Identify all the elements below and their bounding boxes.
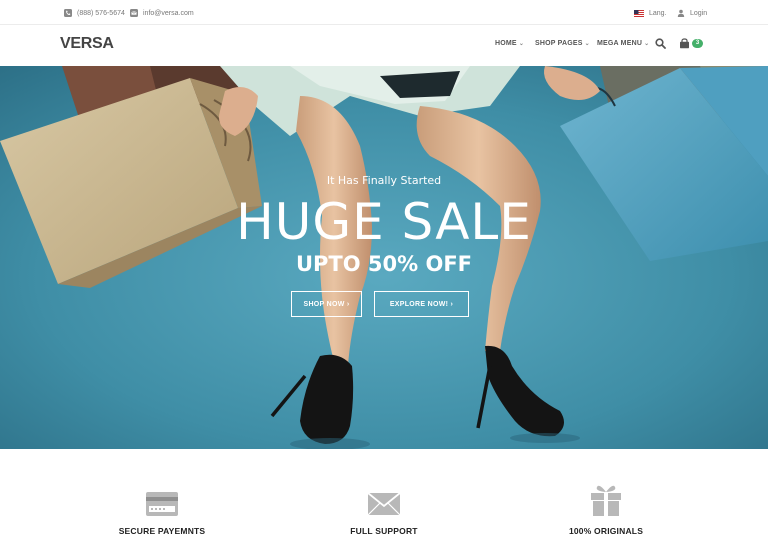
- feature-label: SECURE PAYEMNTS: [118, 526, 206, 536]
- feature-secure-payments: SECURE PAYEMNTS: [92, 491, 232, 536]
- email-address: info@versa.com: [143, 9, 194, 17]
- nav-item-mega-menu[interactable]: MEGA MENU ⌄: [597, 40, 649, 47]
- language-selector[interactable]: Lang.: [634, 7, 667, 19]
- main-navbar: VERSA HOME ⌄ SHOP PAGES ⌄ MEGA MENU ⌄ 3: [0, 25, 768, 66]
- nav-item-home-label: HOME: [495, 40, 517, 47]
- email-icon: [130, 9, 138, 17]
- shop-now-label: SHOP NOW: [303, 300, 345, 308]
- nav-item-mega-menu-label: MEGA MENU: [597, 40, 643, 47]
- nav-item-shop-pages[interactable]: SHOP PAGES ⌄: [535, 40, 590, 47]
- site-logo[interactable]: VERSA: [60, 35, 114, 53]
- hero-banner: It Has Finally Started HUGE SALE UPTO 50…: [0, 66, 768, 449]
- chevron-right-icon: ›: [346, 300, 350, 308]
- email-contact[interactable]: info@versa.com: [130, 7, 194, 19]
- envelope-icon: [367, 492, 401, 516]
- login-label: Login: [690, 9, 708, 17]
- feature-label: 100% ORIGINALS: [568, 526, 644, 536]
- shop-now-button[interactable]: SHOP NOW ›: [291, 291, 362, 317]
- explore-now-label: EXPLORE NOW!: [389, 300, 449, 308]
- chevron-right-icon: ›: [450, 300, 454, 308]
- user-icon: [677, 9, 685, 17]
- credit-card-icon: [146, 492, 178, 516]
- login-link[interactable]: Login: [677, 7, 707, 19]
- search-icon[interactable]: [655, 38, 666, 49]
- gift-icon: [591, 485, 621, 516]
- chevron-down-icon: ⌄: [644, 41, 650, 47]
- feature-label: FULL SUPPORT: [350, 526, 418, 536]
- feature-full-support: FULL SUPPORT: [314, 491, 454, 536]
- top-bar: (888) 576-5674 info@versa.com Lang. Logi…: [0, 0, 768, 25]
- phone-number: (888) 576-5674: [77, 9, 125, 17]
- language-label: Lang.: [649, 9, 667, 17]
- phone-contact[interactable]: (888) 576-5674: [64, 7, 125, 19]
- chevron-down-icon: ⌄: [584, 41, 590, 47]
- shopping-bag-icon[interactable]: [679, 38, 690, 49]
- hero-eyebrow: It Has Finally Started: [326, 174, 442, 187]
- phone-icon: [64, 9, 72, 17]
- features-section: SECURE PAYEMNTS FULL SUPPORT 100% ORIGIN…: [0, 449, 768, 550]
- nav-item-home[interactable]: HOME ⌄: [495, 40, 524, 47]
- explore-now-button[interactable]: EXPLORE NOW! ›: [374, 291, 469, 317]
- cart-count-badge: 3: [692, 39, 703, 48]
- hero-subtitle: UPTO 50% OFF: [295, 252, 473, 276]
- feature-originals: 100% ORIGINALS: [536, 485, 676, 536]
- chevron-down-icon: ⌄: [518, 41, 525, 47]
- nav-item-shop-pages-label: SHOP PAGES: [535, 40, 583, 47]
- hero-title: HUGE SALE: [236, 193, 532, 251]
- us-flag-icon: [634, 9, 644, 17]
